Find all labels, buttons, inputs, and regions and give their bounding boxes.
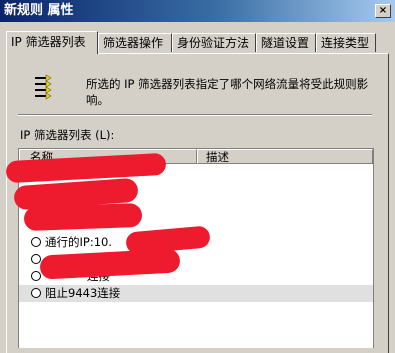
- separator: [18, 114, 372, 116]
- title-bar: 新规则 属性 ×: [0, 0, 395, 22]
- close-button[interactable]: ×: [375, 4, 391, 18]
- filter-list-description: 所选的 IP 筛选器列表指定了哪个网络流量将受此规则影响。: [86, 77, 369, 107]
- tab-ip-filter-list[interactable]: IP 筛选器列表: [6, 31, 98, 54]
- tab-auth-methods[interactable]: 身份验证方法: [172, 33, 256, 52]
- filter-list-label: IP 筛选器列表 (L):: [20, 128, 115, 142]
- tab-filter-action[interactable]: 筛选器操作: [98, 33, 172, 52]
- column-header-description[interactable]: 描述: [197, 149, 373, 164]
- filter-list-icon: [35, 74, 52, 100]
- tab-tunnel-settings[interactable]: 隧道设置: [256, 33, 316, 52]
- list-item[interactable]: 阻止9443连接: [19, 285, 373, 302]
- list-item-label: 通行的IP:10.: [45, 235, 112, 249]
- list-item-label: 阻止9443连接: [45, 286, 121, 300]
- tab-connection-type[interactable]: 连接类型: [316, 33, 376, 52]
- radio-button[interactable]: [31, 288, 41, 298]
- radio-button[interactable]: [31, 237, 41, 247]
- window-title: 新规则 属性: [4, 3, 74, 18]
- radio-button[interactable]: [31, 254, 41, 264]
- radio-button[interactable]: [31, 271, 41, 281]
- redaction-mark: [23, 202, 143, 232]
